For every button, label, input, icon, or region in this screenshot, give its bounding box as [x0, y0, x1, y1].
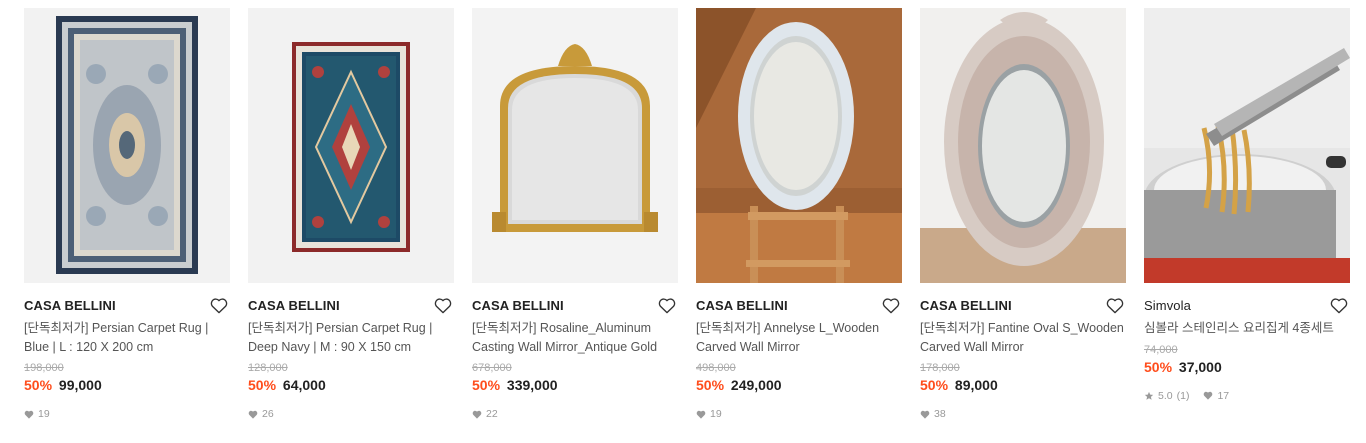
discount-rate: 50% [920, 377, 949, 393]
wishlist-heart-icon[interactable] [882, 297, 900, 314]
product-card[interactable]: CASA BELLINI [단독최저가] Fantine Oval S_Wood… [920, 8, 1126, 421]
product-title[interactable]: [단독최저가] Fantine Oval S_Wooden Carved Wal… [920, 319, 1130, 356]
price-row: 50% 64,000 [248, 375, 454, 395]
price-row: 50% 339,000 [472, 375, 678, 395]
mirror-carved-oval-image [920, 8, 1126, 283]
brand-name[interactable]: CASA BELLINI [248, 298, 340, 313]
product-image-mirror-white-oval[interactable] [696, 8, 902, 283]
sale-price: 339,000 [506, 377, 558, 393]
brand-name[interactable]: CASA BELLINI [24, 298, 116, 313]
heart-small-icon [472, 410, 482, 419]
tongs-noodles-image [1144, 8, 1350, 283]
mirror-gold-image [472, 8, 678, 283]
brand-name[interactable]: Simvola [1144, 298, 1191, 313]
wishlist-heart-icon[interactable] [1106, 297, 1124, 314]
like-count-row: 26 [248, 407, 454, 421]
product-title[interactable]: 심볼라 스테인리스 요리집게 4종세트 [1144, 319, 1354, 338]
like-count-row: 19 [696, 407, 902, 421]
like-count-row: 19 [24, 407, 230, 421]
product-title[interactable]: [단독최저가] Annelyse L_Wooden Carved Wall Mi… [696, 319, 906, 356]
heart-small-icon [920, 410, 930, 419]
mirror-white-oval-image [696, 8, 902, 283]
heart-small-icon [24, 410, 34, 419]
sale-price: 99,000 [58, 377, 102, 393]
product-card[interactable]: CASA BELLINI [단독최저가] Rosaline_Aluminum C… [472, 8, 678, 421]
rug-blue-image [24, 8, 230, 283]
like-count: 17 [1217, 389, 1230, 402]
discount-rate: 50% [248, 377, 277, 393]
product-grid: CASA BELLINI [단독최저가] Persian Carpet Rug … [0, 0, 1366, 443]
like-count: 19 [710, 408, 722, 420]
product-title[interactable]: [단독최저가] Persian Carpet Rug | Blue | L : … [24, 319, 234, 356]
like-count: 22 [486, 408, 498, 420]
sale-price: 64,000 [282, 377, 326, 393]
price-row: 50% 249,000 [696, 375, 902, 395]
like-count-row: 38 [920, 407, 1126, 421]
wishlist-heart-icon[interactable] [434, 297, 452, 314]
star-icon [1144, 391, 1154, 400]
original-price: 74,000 [1144, 343, 1178, 356]
original-price: 198,000 [24, 362, 64, 374]
brand-name[interactable]: CASA BELLINI [472, 298, 564, 313]
original-price: 678,000 [472, 362, 512, 374]
product-image-rug-navy[interactable] [248, 8, 454, 283]
price-row: 50% 37,000 [1144, 357, 1350, 377]
sale-price: 89,000 [954, 377, 998, 393]
like-count-row: 22 [472, 407, 678, 421]
brand-name[interactable]: CASA BELLINI [696, 298, 788, 313]
discount-rate: 50% [696, 377, 725, 393]
rug-navy-image [248, 8, 454, 283]
sale-price: 249,000 [730, 377, 782, 393]
price-row: 50% 99,000 [24, 375, 230, 395]
product-image-rug-blue[interactable] [24, 8, 230, 283]
like-count: 38 [934, 408, 946, 420]
sale-price: 37,000 [1178, 358, 1222, 375]
product-card[interactable]: CASA BELLINI [단독최저가] Persian Carpet Rug … [24, 8, 230, 421]
rating-like-row: 5.0 (1) 17 [1144, 389, 1350, 403]
brand-name[interactable]: CASA BELLINI [920, 298, 1012, 313]
product-card[interactable]: CASA BELLINI [단독최저가] Annelyse L_Wooden C… [696, 8, 902, 421]
wishlist-heart-icon[interactable] [1330, 297, 1348, 314]
product-card[interactable]: Simvola 심볼라 스테인리스 요리집게 4종세트 74,000 50% 3… [1144, 8, 1350, 403]
wishlist-heart-icon[interactable] [210, 297, 228, 314]
product-image-tongs-noodles[interactable] [1144, 8, 1350, 283]
discount-rate: 50% [24, 377, 53, 393]
product-image-mirror-carved-oval[interactable] [920, 8, 1126, 283]
heart-small-icon [1204, 391, 1213, 400]
product-title[interactable]: [단독최저가] Rosaline_Aluminum Casting Wall M… [472, 319, 682, 356]
heart-small-icon [696, 410, 706, 419]
heart-small-icon [248, 410, 258, 419]
wishlist-heart-icon[interactable] [658, 297, 676, 314]
product-card[interactable]: CASA BELLINI [단독최저가] Persian Carpet Rug … [248, 8, 454, 421]
rating-value: 5.0 [1158, 389, 1173, 402]
like-count: 26 [262, 408, 274, 420]
product-title[interactable]: [단독최저가] Persian Carpet Rug | Deep Navy |… [248, 319, 458, 356]
product-image-mirror-gold[interactable] [472, 8, 678, 283]
original-price: 498,000 [696, 362, 736, 374]
original-price: 128,000 [248, 362, 288, 374]
discount-rate: 50% [1144, 358, 1173, 375]
like-count: 19 [38, 408, 50, 420]
price-row: 50% 89,000 [920, 375, 1126, 395]
review-count[interactable]: (1) [1177, 389, 1190, 403]
discount-rate: 50% [472, 377, 501, 393]
original-price: 178,000 [920, 362, 960, 374]
